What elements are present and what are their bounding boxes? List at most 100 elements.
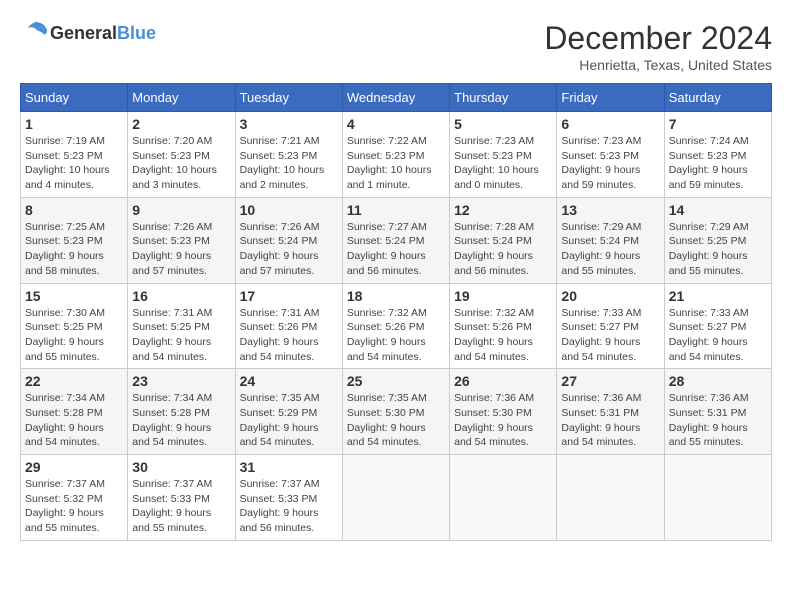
calendar-cell: 27 Sunrise: 7:36 AMSunset: 5:31 PMDayligh… [557, 369, 664, 455]
calendar-cell: 21 Sunrise: 7:33 AMSunset: 5:27 PMDayligh… [664, 283, 771, 369]
day-number: 15 [25, 288, 123, 304]
day-number: 31 [240, 459, 338, 475]
day-info: Sunrise: 7:37 AMSunset: 5:33 PMDaylight:… [132, 477, 230, 536]
calendar-cell: 5 Sunrise: 7:23 AMSunset: 5:23 PMDaylight… [450, 112, 557, 198]
day-number: 18 [347, 288, 445, 304]
calendar-cell: 26 Sunrise: 7:36 AMSunset: 5:30 PMDayligh… [450, 369, 557, 455]
day-number: 1 [25, 116, 123, 132]
day-number: 9 [132, 202, 230, 218]
calendar-cell: 29 Sunrise: 7:37 AMSunset: 5:32 PMDayligh… [21, 455, 128, 541]
calendar-cell: 1 Sunrise: 7:19 AMSunset: 5:23 PMDaylight… [21, 112, 128, 198]
day-info: Sunrise: 7:31 AMSunset: 5:25 PMDaylight:… [132, 306, 230, 365]
day-info: Sunrise: 7:21 AMSunset: 5:23 PMDaylight:… [240, 134, 338, 193]
col-header-sunday: Sunday [21, 84, 128, 112]
calendar-cell: 10 Sunrise: 7:26 AMSunset: 5:24 PMDayligh… [235, 197, 342, 283]
calendar-cell: 15 Sunrise: 7:30 AMSunset: 5:25 PMDayligh… [21, 283, 128, 369]
calendar-cell [557, 455, 664, 541]
day-number: 30 [132, 459, 230, 475]
day-info: Sunrise: 7:35 AMSunset: 5:30 PMDaylight:… [347, 391, 445, 450]
day-info: Sunrise: 7:34 AMSunset: 5:28 PMDaylight:… [132, 391, 230, 450]
calendar-cell: 31 Sunrise: 7:37 AMSunset: 5:33 PMDayligh… [235, 455, 342, 541]
day-number: 19 [454, 288, 552, 304]
calendar-cell: 25 Sunrise: 7:35 AMSunset: 5:30 PMDayligh… [342, 369, 449, 455]
col-header-thursday: Thursday [450, 84, 557, 112]
calendar-week-5: 29 Sunrise: 7:37 AMSunset: 5:32 PMDayligh… [21, 455, 772, 541]
day-info: Sunrise: 7:36 AMSunset: 5:31 PMDaylight:… [561, 391, 659, 450]
day-number: 17 [240, 288, 338, 304]
day-info: Sunrise: 7:19 AMSunset: 5:23 PMDaylight:… [25, 134, 123, 193]
calendar-week-3: 15 Sunrise: 7:30 AMSunset: 5:25 PMDayligh… [21, 283, 772, 369]
day-number: 6 [561, 116, 659, 132]
day-info: Sunrise: 7:23 AMSunset: 5:23 PMDaylight:… [561, 134, 659, 193]
calendar-cell [450, 455, 557, 541]
day-info: Sunrise: 7:32 AMSunset: 5:26 PMDaylight:… [347, 306, 445, 365]
page-header: GeneralBlue December 2024 Henrietta, Tex… [20, 20, 772, 73]
day-number: 12 [454, 202, 552, 218]
logo-text-line1: GeneralBlue [50, 24, 156, 44]
day-info: Sunrise: 7:26 AMSunset: 5:24 PMDaylight:… [240, 220, 338, 279]
day-info: Sunrise: 7:33 AMSunset: 5:27 PMDaylight:… [561, 306, 659, 365]
day-number: 10 [240, 202, 338, 218]
day-info: Sunrise: 7:36 AMSunset: 5:31 PMDaylight:… [669, 391, 767, 450]
day-number: 11 [347, 202, 445, 218]
calendar-cell: 13 Sunrise: 7:29 AMSunset: 5:24 PMDayligh… [557, 197, 664, 283]
location: Henrietta, Texas, United States [544, 57, 772, 73]
calendar-cell: 12 Sunrise: 7:28 AMSunset: 5:24 PMDayligh… [450, 197, 557, 283]
day-info: Sunrise: 7:37 AMSunset: 5:33 PMDaylight:… [240, 477, 338, 536]
day-number: 26 [454, 373, 552, 389]
day-info: Sunrise: 7:31 AMSunset: 5:26 PMDaylight:… [240, 306, 338, 365]
col-header-wednesday: Wednesday [342, 84, 449, 112]
calendar-cell: 16 Sunrise: 7:31 AMSunset: 5:25 PMDayligh… [128, 283, 235, 369]
day-info: Sunrise: 7:28 AMSunset: 5:24 PMDaylight:… [454, 220, 552, 279]
day-number: 3 [240, 116, 338, 132]
calendar-week-2: 8 Sunrise: 7:25 AMSunset: 5:23 PMDaylight… [21, 197, 772, 283]
calendar-cell: 20 Sunrise: 7:33 AMSunset: 5:27 PMDayligh… [557, 283, 664, 369]
day-info: Sunrise: 7:29 AMSunset: 5:24 PMDaylight:… [561, 220, 659, 279]
calendar-cell: 6 Sunrise: 7:23 AMSunset: 5:23 PMDaylight… [557, 112, 664, 198]
day-info: Sunrise: 7:34 AMSunset: 5:28 PMDaylight:… [25, 391, 123, 450]
day-info: Sunrise: 7:23 AMSunset: 5:23 PMDaylight:… [454, 134, 552, 193]
month-title: December 2024 [544, 20, 772, 57]
day-number: 21 [669, 288, 767, 304]
day-number: 25 [347, 373, 445, 389]
calendar-cell: 9 Sunrise: 7:26 AMSunset: 5:23 PMDaylight… [128, 197, 235, 283]
day-info: Sunrise: 7:30 AMSunset: 5:25 PMDaylight:… [25, 306, 123, 365]
calendar-cell: 3 Sunrise: 7:21 AMSunset: 5:23 PMDaylight… [235, 112, 342, 198]
calendar-cell: 24Sunrise: 7:35 AMSunset: 5:29 PMDayligh… [235, 369, 342, 455]
logo: GeneralBlue [20, 20, 156, 47]
day-info: Sunrise: 7:24 AMSunset: 5:23 PMDaylight:… [669, 134, 767, 193]
day-info: Sunrise: 7:27 AMSunset: 5:24 PMDaylight:… [347, 220, 445, 279]
day-info: Sunrise: 7:37 AMSunset: 5:32 PMDaylight:… [25, 477, 123, 536]
day-info: Sunrise: 7:36 AMSunset: 5:30 PMDaylight:… [454, 391, 552, 450]
day-info: Sunrise: 7:26 AMSunset: 5:23 PMDaylight:… [132, 220, 230, 279]
logo-icon [20, 20, 48, 42]
col-header-friday: Friday [557, 84, 664, 112]
calendar-week-4: 22Sunrise: 7:34 AMSunset: 5:28 PMDayligh… [21, 369, 772, 455]
calendar-cell: 4 Sunrise: 7:22 AMSunset: 5:23 PMDaylight… [342, 112, 449, 198]
calendar-week-1: 1 Sunrise: 7:19 AMSunset: 5:23 PMDaylight… [21, 112, 772, 198]
day-number: 24 [240, 373, 338, 389]
day-number: 2 [132, 116, 230, 132]
calendar-cell: 19Sunrise: 7:32 AMSunset: 5:26 PMDayligh… [450, 283, 557, 369]
calendar-cell: 8 Sunrise: 7:25 AMSunset: 5:23 PMDaylight… [21, 197, 128, 283]
day-number: 29 [25, 459, 123, 475]
col-header-saturday: Saturday [664, 84, 771, 112]
day-info: Sunrise: 7:20 AMSunset: 5:23 PMDaylight:… [132, 134, 230, 193]
title-block: December 2024 Henrietta, Texas, United S… [544, 20, 772, 73]
calendar-table: SundayMondayTuesdayWednesdayThursdayFrid… [20, 83, 772, 541]
day-number: 4 [347, 116, 445, 132]
calendar-cell: 22Sunrise: 7:34 AMSunset: 5:28 PMDayligh… [21, 369, 128, 455]
day-info: Sunrise: 7:22 AMSunset: 5:23 PMDaylight:… [347, 134, 445, 193]
day-number: 8 [25, 202, 123, 218]
col-header-monday: Monday [128, 84, 235, 112]
day-number: 27 [561, 373, 659, 389]
calendar-cell: 30 Sunrise: 7:37 AMSunset: 5:33 PMDayligh… [128, 455, 235, 541]
day-info: Sunrise: 7:25 AMSunset: 5:23 PMDaylight:… [25, 220, 123, 279]
calendar-header-row: SundayMondayTuesdayWednesdayThursdayFrid… [21, 84, 772, 112]
day-number: 7 [669, 116, 767, 132]
day-number: 5 [454, 116, 552, 132]
day-number: 20 [561, 288, 659, 304]
day-info: Sunrise: 7:33 AMSunset: 5:27 PMDaylight:… [669, 306, 767, 365]
day-number: 16 [132, 288, 230, 304]
day-number: 13 [561, 202, 659, 218]
